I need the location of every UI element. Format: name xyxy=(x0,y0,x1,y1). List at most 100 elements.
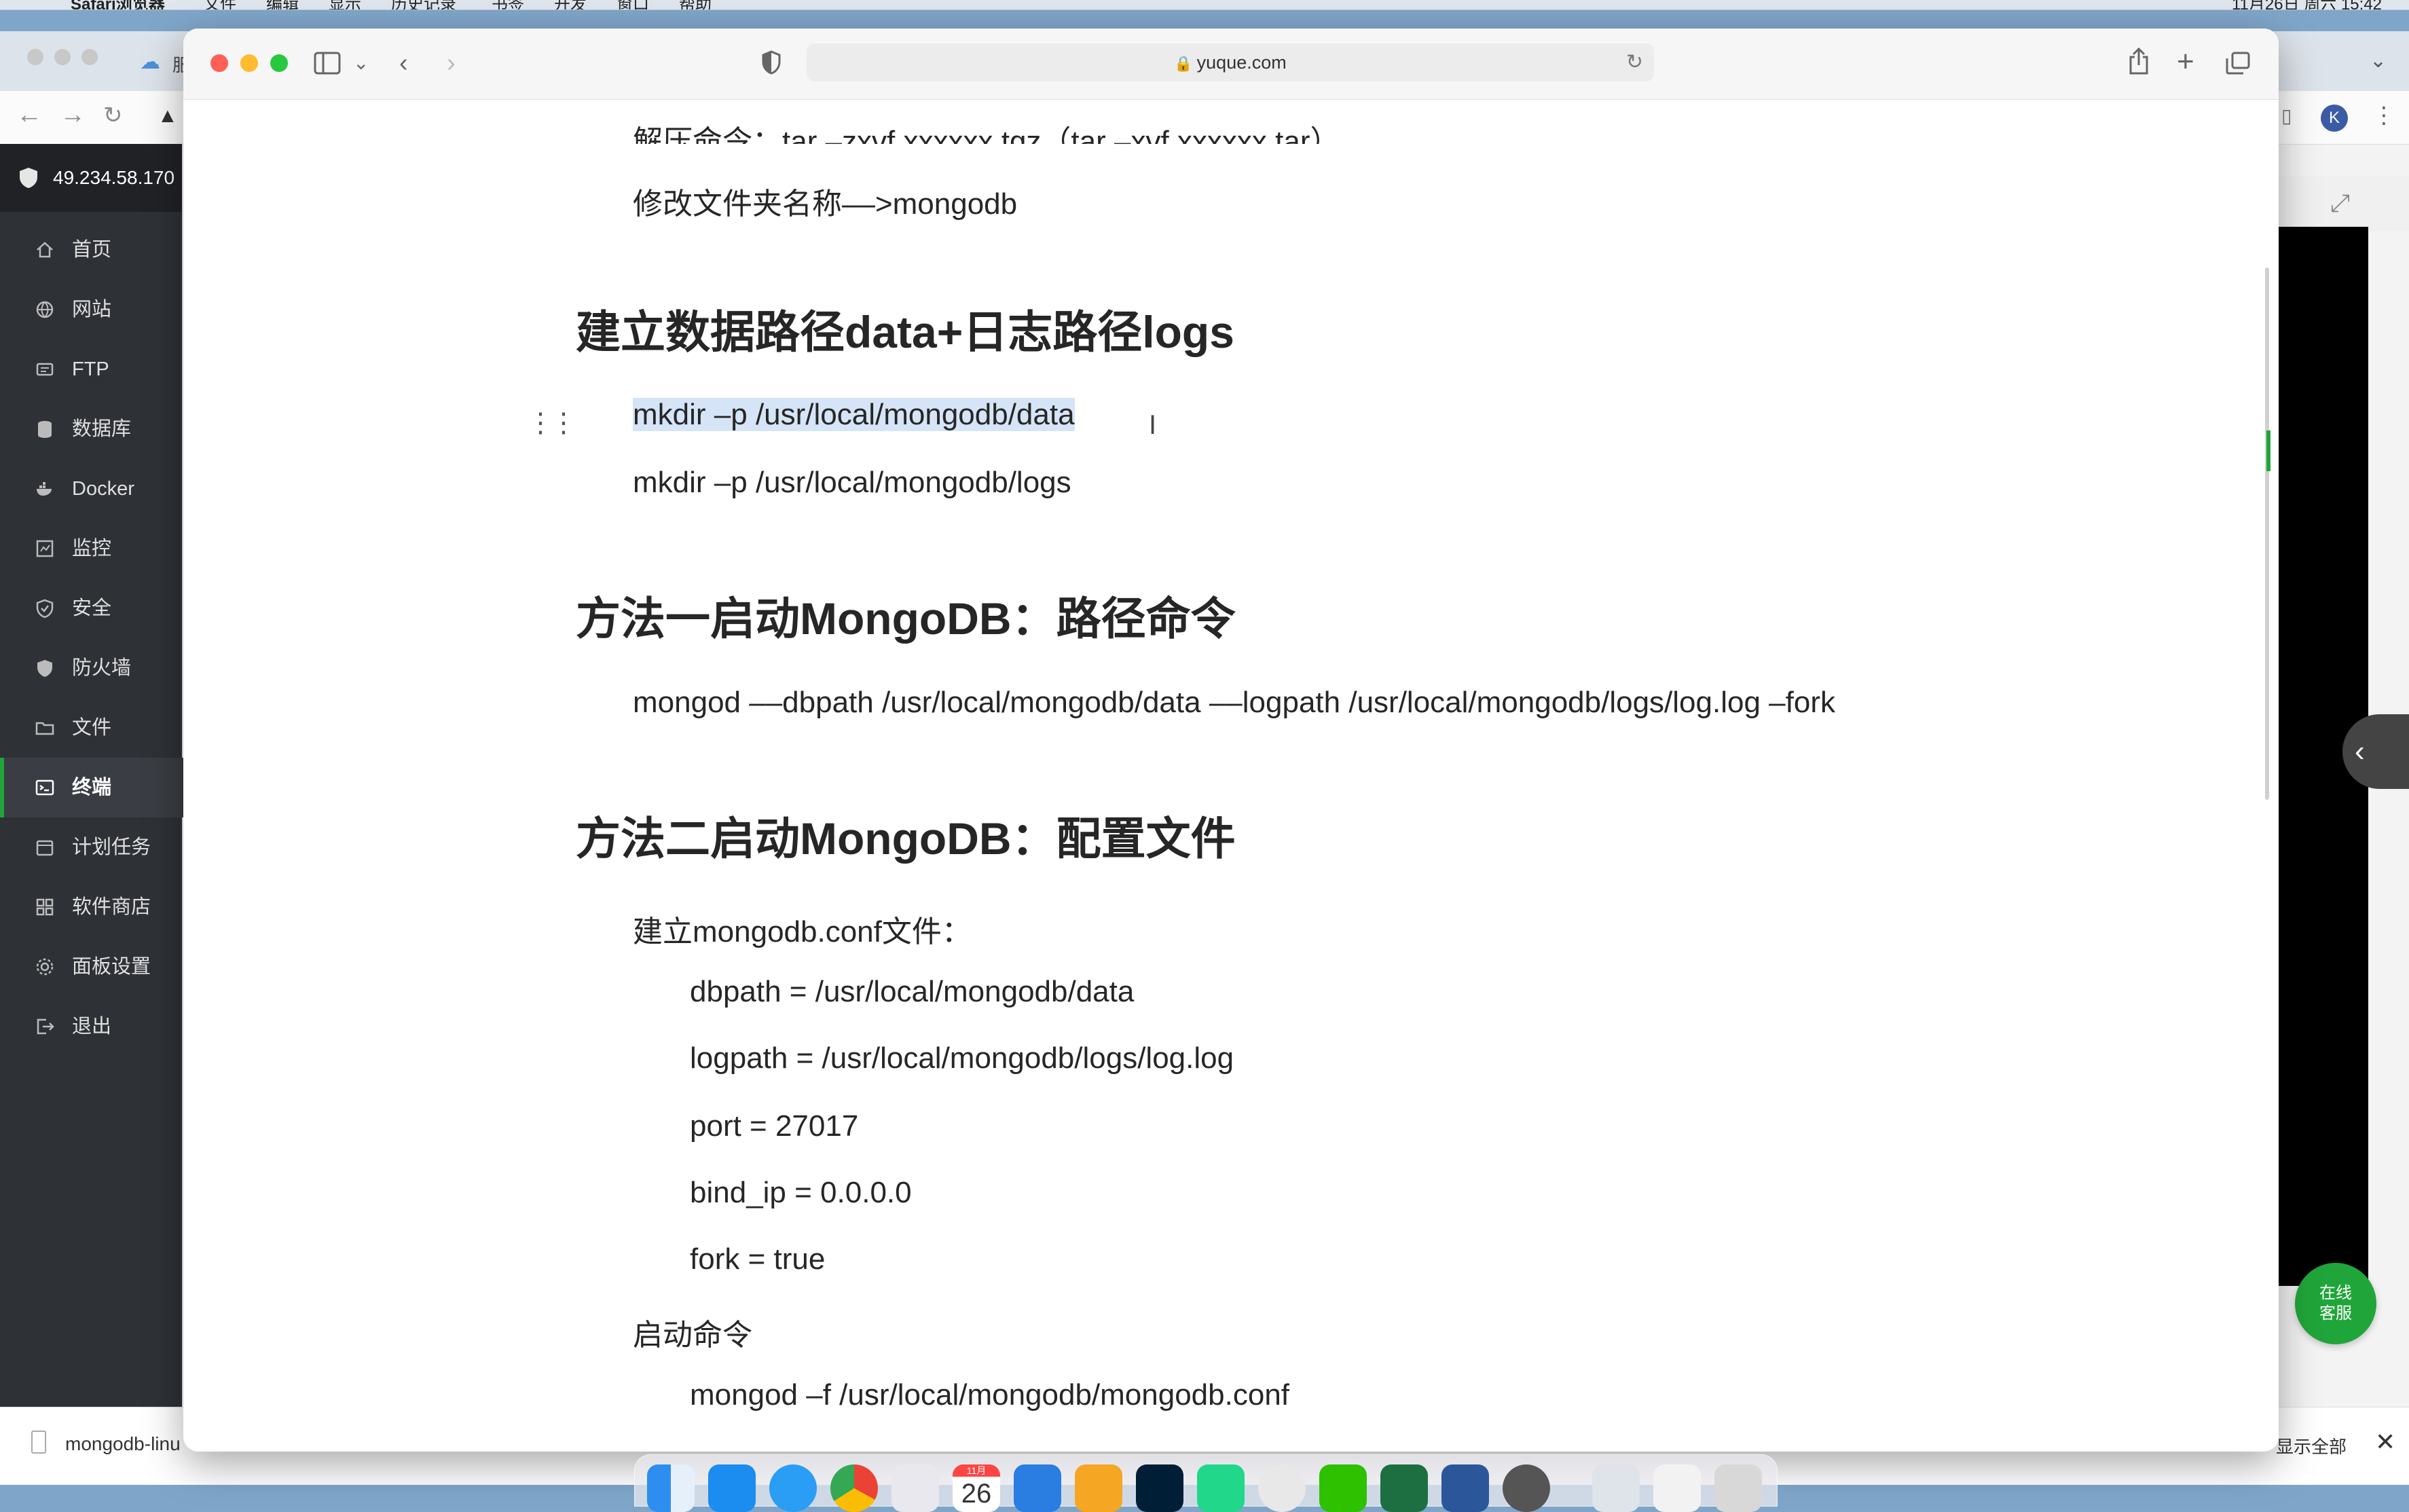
menu-item-file[interactable]: 文件 xyxy=(204,0,236,10)
docker-icon xyxy=(37,482,52,496)
drag-handle-icon[interactable]: ⋮⋮ xyxy=(527,407,577,439)
grid-icon xyxy=(36,898,54,916)
menu-item-history[interactable]: 历史记录 xyxy=(391,0,456,10)
sidebar-item-label: 安全 xyxy=(72,597,112,619)
monitor-icon xyxy=(36,540,54,557)
maximize-window-button[interactable] xyxy=(270,54,288,72)
bg-forward-icon[interactable]: → xyxy=(60,100,86,130)
more-menu-icon[interactable]: ⋮ xyxy=(2372,102,2395,129)
conf-line-logpath[interactable]: logpath = /usr/local/mongodb/logs/log.lo… xyxy=(690,1041,1234,1075)
mkdir-data-line[interactable]: mkdir –p /usr/local/mongodb/data xyxy=(633,398,1075,432)
unzip-command-line: 解压命令：tar –zxvf xxxxxx.tgz（tar –xvf xxxxx… xyxy=(633,125,1340,144)
sidebar-toggle-icon[interactable]: ▯ xyxy=(2281,105,2292,127)
conf-line-port[interactable]: port = 27017 xyxy=(690,1109,858,1143)
bg-min-dot[interactable] xyxy=(54,49,71,65)
calendar-day: 26 xyxy=(961,1479,992,1509)
firewall-icon xyxy=(37,660,52,677)
scrollbar[interactable] xyxy=(2265,268,2269,800)
start-command-label: 启动命令 xyxy=(633,1319,752,1352)
show-all-downloads-link[interactable]: 显示全部 xyxy=(2276,1433,2347,1458)
new-tab-icon[interactable]: + xyxy=(2177,45,2194,79)
bg-back-icon[interactable]: ← xyxy=(16,100,42,130)
menu-item-bookmarks[interactable]: 书签 xyxy=(492,0,524,10)
sidebar-item-label: 退出 xyxy=(72,1016,112,1037)
sidebar-item-firewall[interactable]: 防火墙 xyxy=(0,638,182,698)
profile-avatar[interactable]: K xyxy=(2321,105,2348,132)
bg-close-dot[interactable] xyxy=(27,49,43,65)
conf-line-fork[interactable]: fork = true xyxy=(690,1242,825,1276)
file-icon xyxy=(31,1431,46,1454)
sidebar-item-ftp[interactable]: FTP xyxy=(0,339,182,399)
terminal-icon xyxy=(35,779,54,796)
menu-item-develop[interactable]: 开发 xyxy=(554,0,587,10)
globe-icon xyxy=(36,301,54,318)
sidebar-item-website[interactable]: 网站 xyxy=(0,280,182,339)
server-ip: 49.234.58.170 xyxy=(53,167,175,188)
menu-app-name[interactable]: Safari浏览器 xyxy=(71,0,165,10)
menu-bar: Safari浏览器 文件 编辑 显示 历史记录 书签 开发 窗口 帮助 11月2… xyxy=(0,0,2409,10)
online-service-label: 在线客服 xyxy=(2319,1284,2352,1323)
sidebar-item-logout[interactable]: 退出 xyxy=(0,997,182,1056)
sidebar-item-settings[interactable]: 面板设置 xyxy=(0,937,182,997)
sidebar-item-database[interactable]: 数据库 xyxy=(0,399,182,459)
sidebar-item-label: 数据库 xyxy=(72,418,132,440)
menu-item-window[interactable]: 窗口 xyxy=(617,0,649,10)
sidebar-item-label: 网站 xyxy=(72,299,112,320)
reload-icon[interactable]: ↻ xyxy=(1626,43,1643,81)
download-file-name[interactable]: mongodb-linu xyxy=(65,1433,181,1455)
sidebar-item-label: 计划任务 xyxy=(72,836,151,858)
bg-max-dot[interactable] xyxy=(81,49,98,65)
online-service-button[interactable]: 在线客服 xyxy=(2295,1263,2376,1344)
address-bar[interactable]: 🔒 yuque.com ↻ xyxy=(807,43,1654,81)
mkdir-logs-command[interactable]: mkdir –p /usr/local/mongodb/logs xyxy=(633,466,1071,500)
safari-toolbar: ⌄ ‹ › 🔒 yuque.com ↻ + xyxy=(183,29,2279,100)
sidebar-item-label: 首页 xyxy=(72,239,112,261)
document-content: 解压命令：tar –zxvf xxxxxx.tgz（tar –xvf xxxxx… xyxy=(183,99,2279,1452)
lock-icon: 🔒 xyxy=(1174,55,1193,72)
cloud-icon: ☁ xyxy=(140,51,160,73)
conf-line-bind-ip[interactable]: bind_ip = 0.0.0.0 xyxy=(690,1176,912,1210)
back-icon[interactable]: ‹ xyxy=(399,49,408,78)
start-command[interactable]: mongod –f /usr/local/mongodb/mongodb.con… xyxy=(690,1378,1289,1412)
minimize-window-button[interactable] xyxy=(240,54,258,72)
mongod-path-command[interactable]: mongod ––dbpath /usr/local/mongodb/data … xyxy=(633,686,1835,720)
url-text: yuque.com xyxy=(1196,52,1287,73)
sidebar-toggle-icon[interactable] xyxy=(314,52,341,75)
dock: 11月 26 xyxy=(634,1454,1778,1512)
panel-sidebar: 49.234.58.170 首页 网站 FTP 数据库 Docker 监控 安全… xyxy=(0,144,186,1407)
heading-method-two: 方法二启动MongoDB：配置文件 xyxy=(576,813,1236,864)
sidebar-item-docker[interactable]: Docker xyxy=(0,459,182,519)
shield-icon xyxy=(36,599,54,618)
forward-icon[interactable]: › xyxy=(447,49,456,78)
chevron-left-icon: ‹ xyxy=(2355,735,2365,768)
menubar-clock[interactable]: 11月26日 周六 15:42 xyxy=(2232,0,2382,10)
text-cursor-icon: I xyxy=(1149,410,1157,440)
bg-reload-icon[interactable]: ↻ xyxy=(103,102,123,129)
close-window-button[interactable] xyxy=(210,54,228,72)
tab-list-chevron-icon[interactable]: ⌄ xyxy=(2370,49,2387,73)
scroll-position-marker xyxy=(2266,430,2270,471)
heading-method-one: 方法一启动MongoDB：路径命令 xyxy=(576,593,1236,644)
menu-item-help[interactable]: 帮助 xyxy=(679,0,712,10)
sidebar-item-security[interactable]: 安全 xyxy=(0,578,182,638)
tab-overview-icon[interactable] xyxy=(2226,52,2250,75)
sidebar-item-home[interactable]: 首页 xyxy=(0,220,182,280)
close-download-bar-icon[interactable]: ✕ xyxy=(2375,1428,2395,1456)
share-icon[interactable] xyxy=(2128,48,2150,75)
sidebar-item-monitor[interactable]: 监控 xyxy=(0,519,182,578)
menu-item-edit[interactable]: 编辑 xyxy=(266,0,299,10)
sidebar-item-app-store[interactable]: 软件商店 xyxy=(0,877,182,937)
sidebar-item-label: 监控 xyxy=(72,538,112,559)
conf-line-dbpath[interactable]: dbpath = /usr/local/mongodb/data xyxy=(690,975,1134,1009)
sidebar-item-label: Docker xyxy=(72,478,134,500)
expand-icon[interactable]: ⤢ xyxy=(2330,189,2350,218)
sidebar-item-files[interactable]: 文件 xyxy=(0,698,182,758)
menu-item-view[interactable]: 显示 xyxy=(329,0,361,10)
gear-icon xyxy=(36,958,54,976)
sidebar-item-cron[interactable]: 计划任务 xyxy=(0,817,182,877)
chevron-down-icon[interactable]: ⌄ xyxy=(353,52,369,74)
privacy-shield-icon[interactable] xyxy=(762,50,781,75)
sidebar-item-terminal[interactable]: 终端 xyxy=(0,758,186,817)
sidebar-item-label: 防火墙 xyxy=(72,657,132,679)
folder-icon xyxy=(35,722,54,735)
